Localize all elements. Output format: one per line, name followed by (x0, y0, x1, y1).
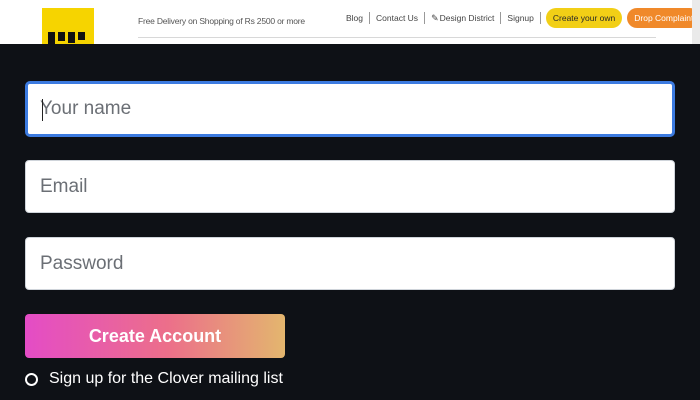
nav-contact-link[interactable]: Contact Us (370, 13, 424, 23)
page-scrollbar[interactable] (692, 0, 700, 44)
header-divider (138, 37, 656, 38)
mailing-list-label: Sign up for the Clover mailing list (49, 370, 283, 387)
mailing-list-option[interactable]: Sign up for the Clover mailing list (25, 370, 283, 388)
circle-checkbox-icon[interactable] (25, 372, 38, 386)
brand-logo[interactable] (42, 8, 94, 44)
text-cursor (42, 99, 43, 121)
pen-icon: ✎ (431, 12, 439, 23)
drop-complaint-button[interactable]: Drop Complaint (627, 8, 700, 28)
site-header: Free Delivery on Shopping of Rs 2500 or … (0, 0, 700, 44)
nav-signup-link[interactable]: Signup (501, 13, 539, 23)
email-input[interactable] (26, 161, 674, 212)
design-district-label: Design District (439, 12, 495, 23)
email-field[interactable] (25, 160, 675, 213)
free-delivery-notice: Free Delivery on Shopping of Rs 2500 or … (138, 16, 305, 26)
nav-separator (539, 12, 541, 24)
logo-mark-icon (48, 32, 85, 44)
password-field[interactable] (25, 237, 675, 290)
nav-design-district-link[interactable]: ✎Design District (425, 13, 500, 24)
top-nav: Blog Contact Us ✎Design District Signup … (340, 8, 700, 28)
name-field[interactable] (25, 81, 675, 137)
create-your-own-button[interactable]: Create your own (545, 8, 623, 28)
name-input[interactable] (28, 84, 672, 134)
create-account-button[interactable]: Create Account (25, 314, 285, 358)
password-input[interactable] (26, 238, 674, 289)
nav-blog-link[interactable]: Blog (340, 13, 369, 23)
